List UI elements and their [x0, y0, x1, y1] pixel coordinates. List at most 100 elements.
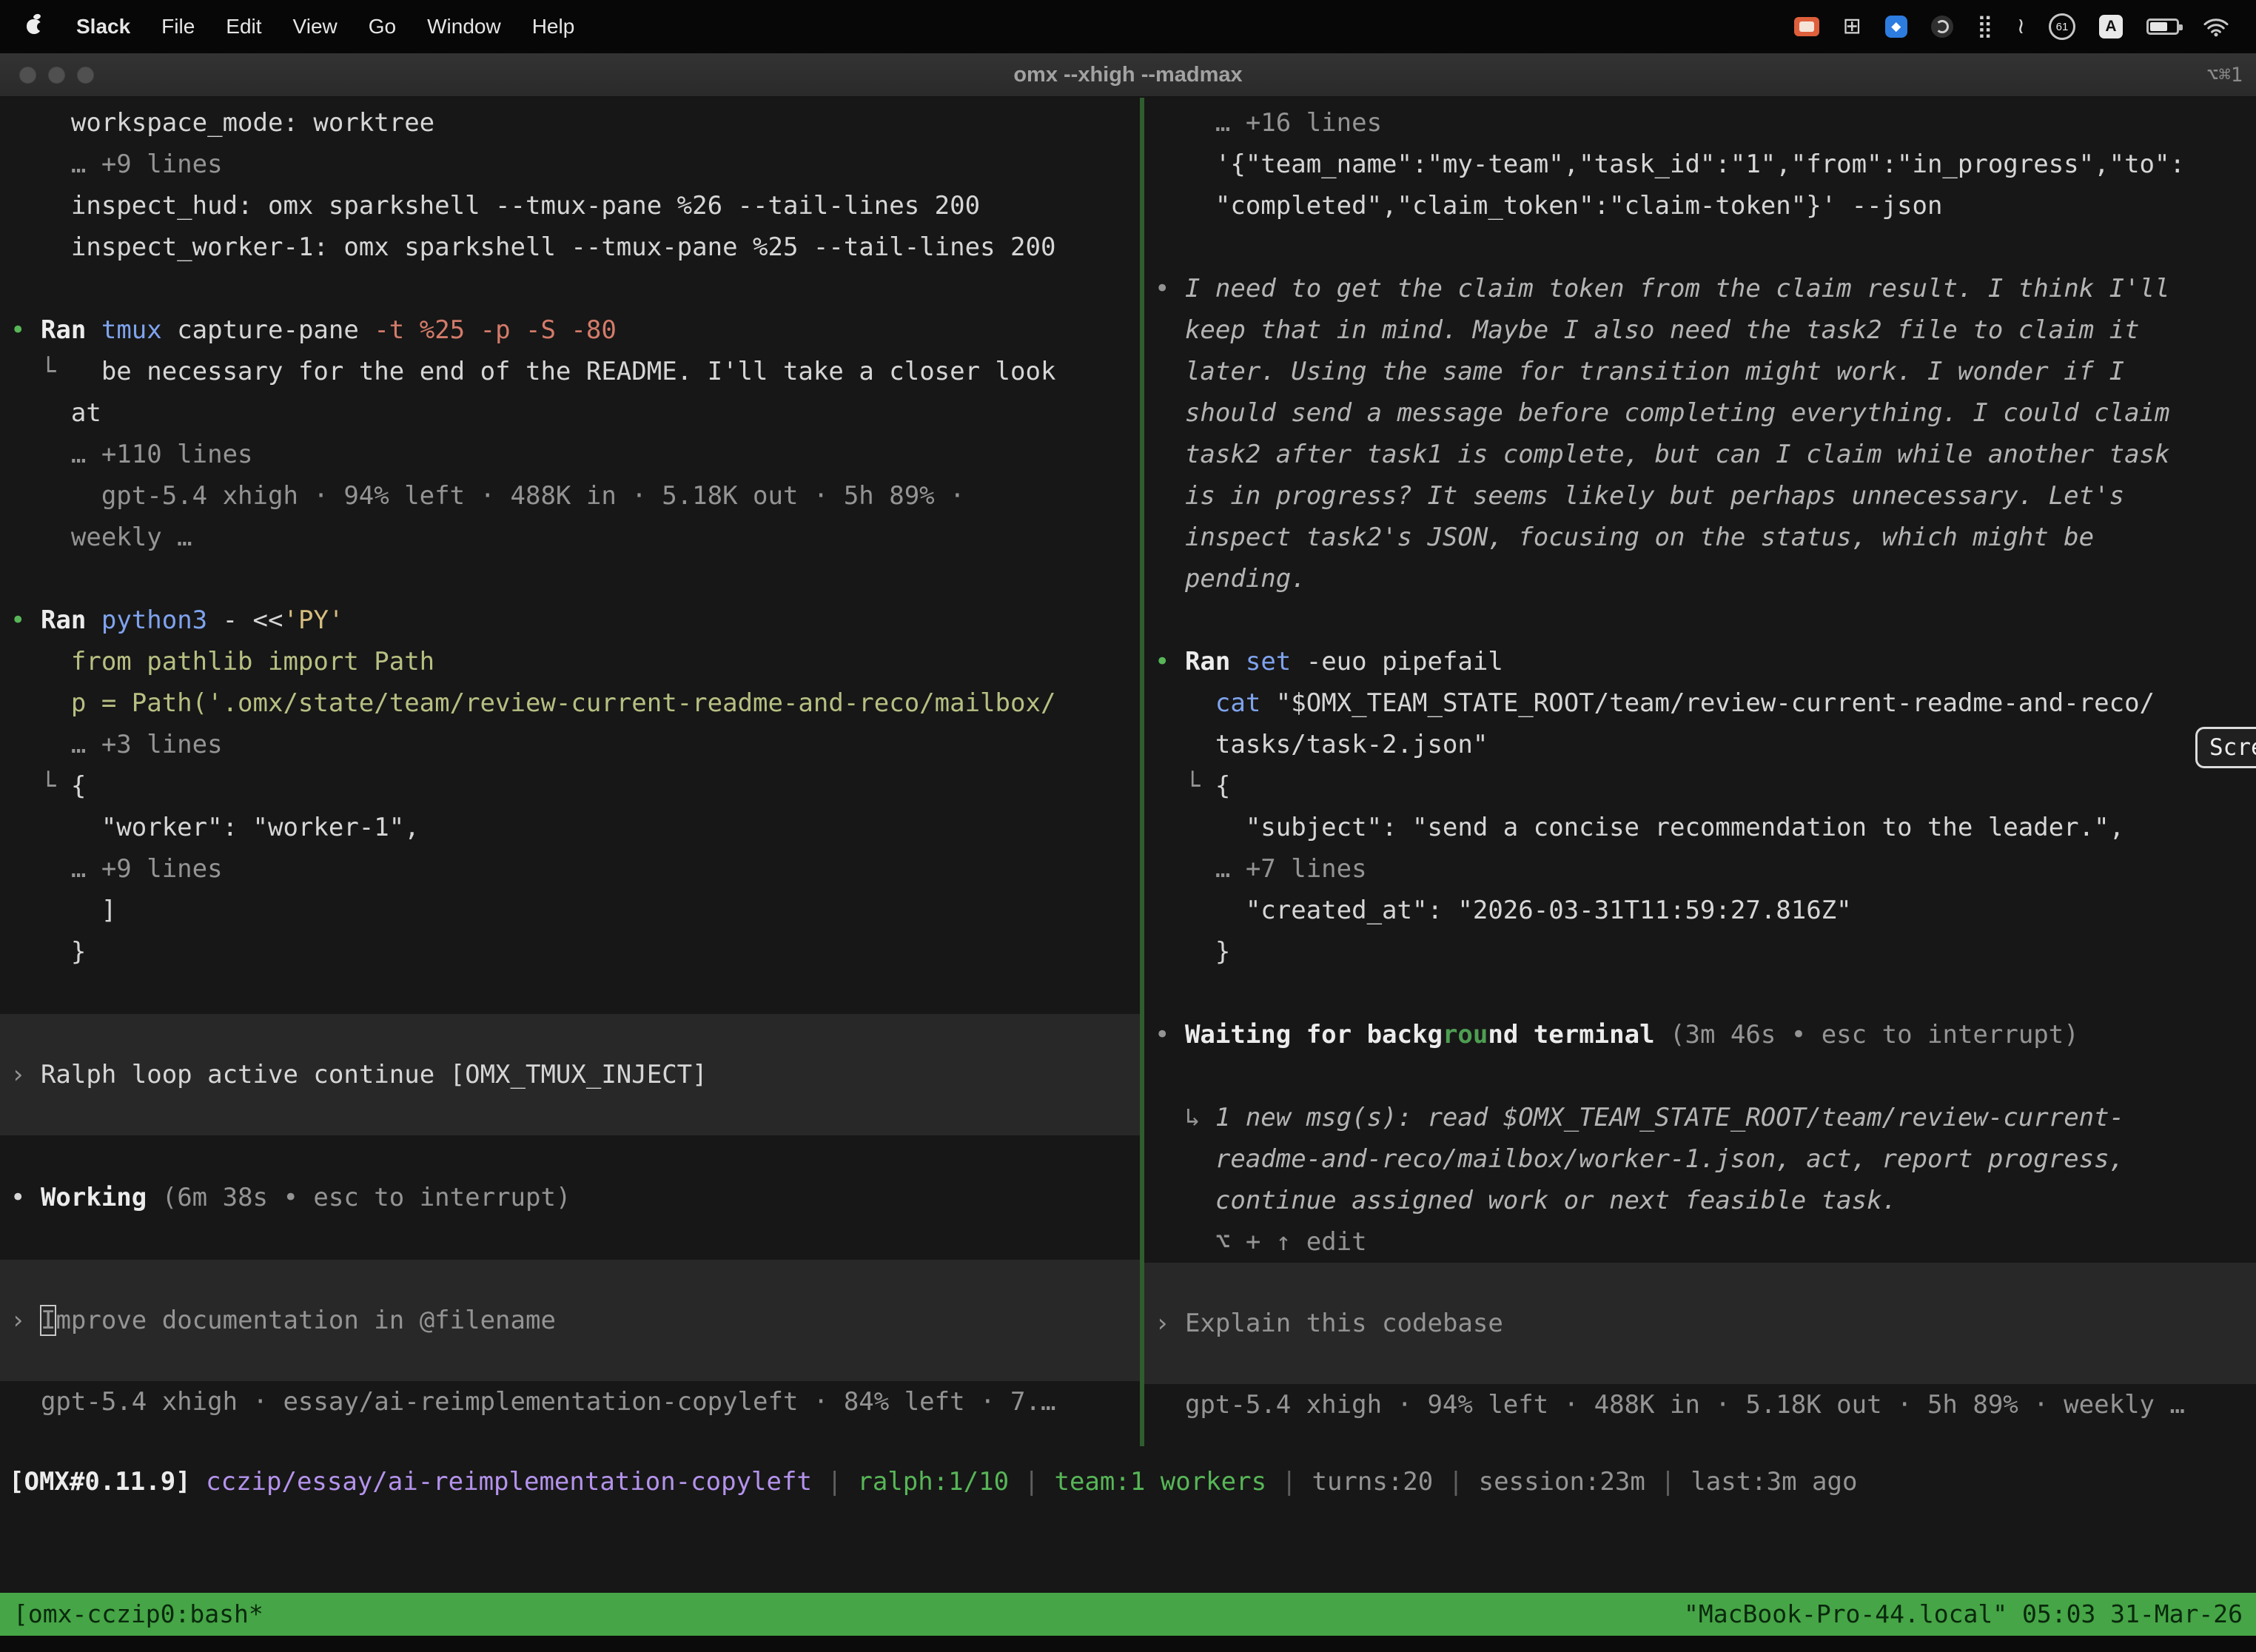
terminal-text: tasks/task-2.json"	[1155, 730, 1488, 759]
terminal-band-padding	[1144, 1344, 2256, 1384]
terminal-blank-line	[1144, 226, 2256, 268]
terminal-line: should send a message before completing …	[1144, 392, 2256, 434]
terminal-band-padding	[0, 1095, 1140, 1135]
terminal-text: inspect_hud: omx sparkshell --tmux-pane …	[10, 191, 980, 221]
terminal-text: •	[10, 1183, 41, 1212]
terminal-text: └	[1155, 771, 1215, 801]
close-button[interactable]	[19, 67, 36, 84]
apple-icon	[27, 19, 41, 34]
apple-menu[interactable]	[27, 19, 41, 34]
terminal-blank-line	[1144, 1055, 2256, 1097]
terminal-text: -t %25 -p -S -80	[374, 315, 617, 345]
terminal-text: session:23m	[1479, 1467, 1645, 1497]
terminal-text: readme-and-reco/mailbox/worker-1.json, a…	[1155, 1144, 2124, 1174]
terminal-text: "completed","claim_token":"claim-token"}…	[1155, 191, 1942, 221]
menu-item-window[interactable]: Window	[412, 15, 517, 38]
terminal-text: Ralph loop active continue [OMX_TMUX_INJ…	[41, 1060, 708, 1089]
terminal-text: task2 after task1 is complete, but can I…	[1155, 440, 2169, 469]
terminal-line: workspace_mode: worktree	[0, 102, 1140, 144]
terminal-text: inspect_worker-1: omx sparkshell --tmux-…	[10, 232, 1055, 262]
tmux-host-clock: "MacBook-Pro-44.local" 05:03 31-Mar-26	[1684, 1593, 2243, 1636]
terminal-text: rou	[1443, 1020, 1488, 1050]
terminal-text: last:3m ago	[1691, 1467, 1857, 1497]
terminal-line: … +16 lines	[1144, 102, 2256, 144]
terminal-text: (6m 38s • esc to interrupt)	[147, 1183, 571, 1212]
terminal-line: inspect_worker-1: omx sparkshell --tmux-…	[0, 226, 1140, 268]
terminal-text: └	[10, 357, 101, 386]
zoom-button[interactable]	[77, 67, 94, 84]
tmux-status-bar: [omx-cczip0:bash* "MacBook-Pro-44.local"…	[0, 1593, 2256, 1636]
terminal-line: • I need to get the claim token from the…	[1144, 268, 2256, 309]
terminal-band-padding	[0, 1341, 1140, 1381]
terminal-band-padding	[1144, 1263, 2256, 1303]
terminal-line: from pathlib import Path	[0, 641, 1140, 682]
dots-grid-icon[interactable]: ⣿	[1977, 16, 1993, 38]
terminal-line: • Waiting for background terminal (3m 46…	[1144, 1014, 2256, 1055]
window-tiling-icon[interactable]: ⊞	[1843, 16, 1861, 38]
terminal-text: capture-pane	[162, 315, 375, 345]
terminal-line: p = Path('.omx/state/team/review-current…	[0, 682, 1140, 724]
terminal-line: › Explain this codebase	[1144, 1303, 2256, 1344]
terminal-line: "subject": "send a concise recommendatio…	[1144, 807, 2256, 848]
terminal-text: "created_at": "2026-03-31T11:59:27.816Z"	[1155, 896, 1852, 925]
menu-item-go[interactable]: Go	[353, 15, 412, 38]
battery-icon[interactable]	[2146, 19, 2179, 35]
terminal-line: tasks/task-2.json"	[1144, 724, 2256, 765]
terminal-text: └	[10, 771, 71, 801]
terminal-text: [OMX#0.11.9]	[9, 1467, 191, 1497]
terminal-text	[191, 1467, 206, 1497]
terminal-text: I need to get the claim token from the c…	[1185, 274, 2170, 303]
terminal-text: gpt-5.4 xhigh · 94% left · 488K in · 5.1…	[10, 481, 965, 511]
blue-app-icon[interactable]: ◆	[1885, 16, 1907, 38]
terminal-text: ⌥ + ↑ edit	[1155, 1227, 1367, 1257]
terminal-text: Ran	[1185, 647, 1246, 676]
terminal-line: ]	[0, 890, 1140, 931]
terminal-text: … +110 lines	[10, 440, 253, 469]
terminal-text: set	[1246, 647, 1291, 676]
terminal-line: └ {	[1144, 765, 2256, 807]
window-shortcut-hint: ⌥⌘1	[2206, 64, 2243, 87]
terminal-line: "worker": "worker-1",	[0, 807, 1140, 848]
terminal-line: }	[0, 931, 1140, 973]
screen-recording-indicator[interactable]	[1794, 17, 1819, 36]
terminal-text: •	[1155, 274, 1185, 303]
terminal-text: •	[1155, 1020, 1185, 1050]
terminal-line: inspect_hud: omx sparkshell --tmux-pane …	[0, 185, 1140, 226]
minimize-button[interactable]	[48, 67, 65, 84]
terminal-text: •	[10, 315, 41, 345]
terminal-line: later. Using the same for transition mig…	[1144, 351, 2256, 392]
menu-item-edit[interactable]: Edit	[210, 15, 277, 38]
menu-item-view[interactable]: View	[278, 15, 353, 38]
menu-item-help[interactable]: Help	[517, 15, 591, 38]
terminal-text: is in progress? It seems likely but perh…	[1155, 481, 2124, 511]
terminal-line: › Improve documentation in @filename	[0, 1300, 1140, 1341]
terminal-blank-line	[0, 973, 1140, 1014]
omx-status-line: [OMX#0.11.9] cczip/essay/ai-reimplementa…	[9, 1467, 1857, 1497]
terminal-line: ↳ 1 new msg(s): read $OMX_TEAM_STATE_ROO…	[1144, 1097, 2256, 1138]
window-title: omx --xhigh --madmax	[0, 63, 2256, 87]
wifi-icon[interactable]	[2203, 16, 2229, 37]
tmux-pane-left[interactable]: workspace_mode: worktree … +9 lines insp…	[0, 98, 1140, 1446]
terminal-text: Working	[41, 1183, 147, 1212]
tmux-pane-right[interactable]: … +16 lines '{"team_name":"my-team","tas…	[1144, 98, 2256, 1446]
menu-item-file[interactable]: File	[146, 15, 210, 38]
terminal-text: … +9 lines	[10, 150, 223, 179]
battery-percentage-gauge[interactable]: 61	[2049, 13, 2075, 40]
key-icon[interactable]: ≀	[2017, 16, 2025, 38]
terminal-band-padding	[0, 1014, 1140, 1054]
terminal-line: at	[0, 392, 1140, 434]
input-source-icon[interactable]: A	[2099, 15, 2123, 38]
tmux-session-window-label[interactable]: [omx-cczip0:bash*	[13, 1593, 263, 1636]
terminal-line: • Working (6m 38s • esc to interrupt)	[0, 1177, 1140, 1218]
terminal-line: └ be necessary for the end of the README…	[0, 351, 1140, 392]
terminal-text: ›	[10, 1306, 41, 1335]
terminal-text: gpt-5.4 xhigh · 94% left · 488K in · 5.1…	[1155, 1390, 2185, 1420]
terminal-text: }	[1155, 937, 1230, 967]
terminal-line: • Ran set -euo pipefail	[1144, 641, 2256, 682]
terminal-line: gpt-5.4 xhigh · 94% left · 488K in · 5.1…	[0, 475, 1140, 517]
menu-item-slack[interactable]: Slack	[61, 15, 146, 38]
terminal-text: •	[1155, 647, 1185, 676]
terminal-text: at	[10, 398, 101, 428]
dark-app-icon[interactable]	[1931, 16, 1953, 38]
terminal-text: Ran	[41, 605, 101, 635]
